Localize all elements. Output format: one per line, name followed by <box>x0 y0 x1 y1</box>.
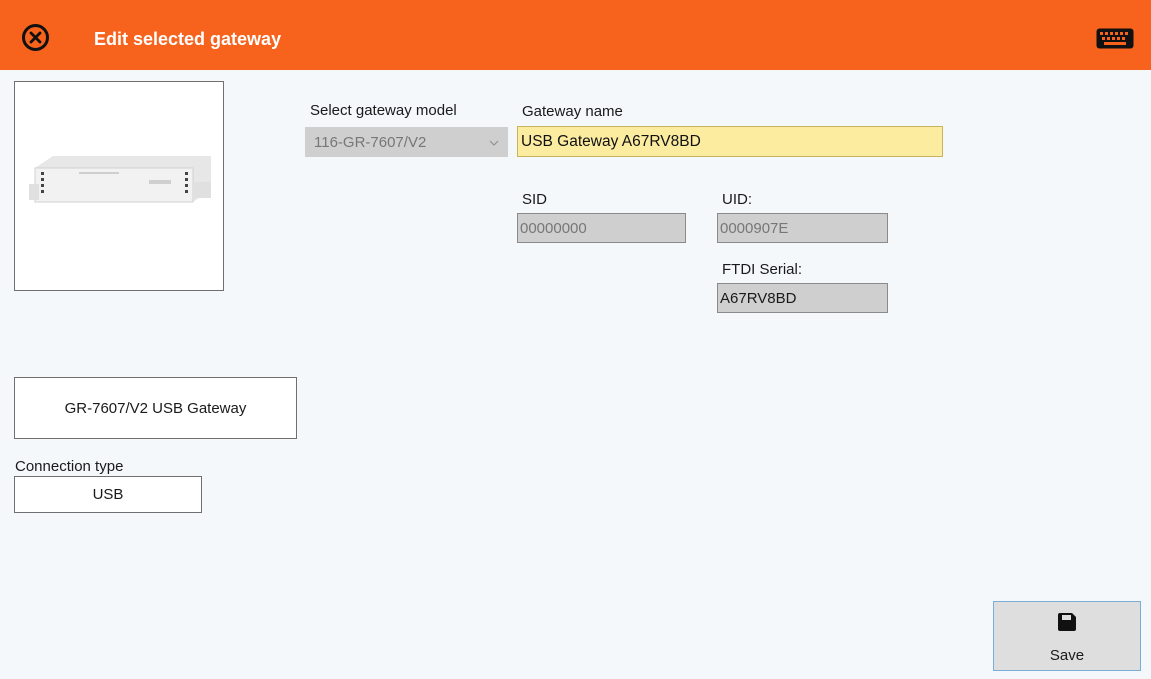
floppy-disk-icon <box>1058 613 1076 631</box>
gateway-image <box>14 81 224 291</box>
gateway-name-input[interactable] <box>517 126 943 157</box>
sid-field: 00000000 <box>517 213 686 243</box>
page-title: Edit selected gateway <box>94 29 282 49</box>
save-button[interactable]: Save <box>993 601 1141 671</box>
connection-type-value: USB <box>14 476 202 513</box>
save-label: Save <box>1049 647 1085 664</box>
ftdi-serial-label: FTDI Serial: <box>722 261 803 278</box>
sid-label: SID <box>522 191 548 208</box>
gateway-model-name: GR-7607/V2 USB Gateway <box>14 377 297 439</box>
chevron-down-icon <box>489 140 499 146</box>
model-label: Select gateway model <box>310 102 457 119</box>
title-bar: Edit selected gateway <box>0 0 1151 70</box>
gateway-name-label: Gateway name <box>522 103 623 120</box>
close-icon[interactable] <box>22 24 49 51</box>
uid-label: UID: <box>722 191 752 208</box>
connection-type-text: USB <box>92 486 124 503</box>
keyboard-icon[interactable] <box>1096 28 1134 49</box>
model-name-text: GR-7607/V2 USB Gateway <box>64 399 247 417</box>
model-value: 116-GR-7607/V2 <box>314 134 427 151</box>
connection-type-label: Connection type <box>15 458 124 475</box>
gateway-model-select[interactable]: 116-GR-7607/V2 <box>305 127 508 157</box>
gateway-device-image <box>29 156 211 203</box>
ftdi-serial-field: A67RV8BD <box>717 283 888 313</box>
uid-field: 0000907E <box>717 213 888 243</box>
